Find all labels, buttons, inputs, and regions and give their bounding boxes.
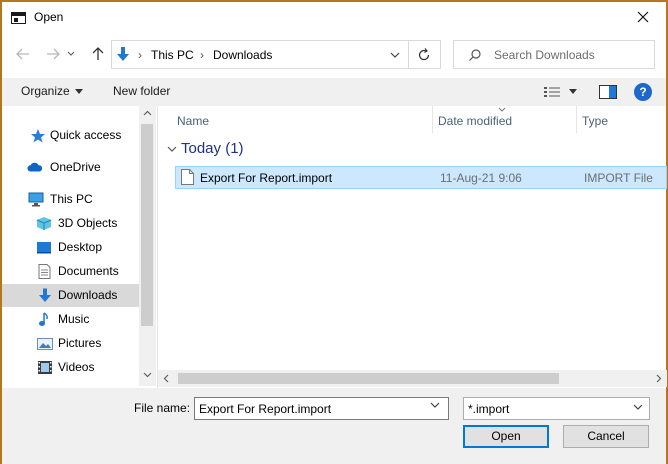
sidebar-item-music[interactable]: Music: [2, 308, 139, 331]
file-name-cell: Export For Report.import: [200, 171, 333, 185]
computer-icon: [28, 192, 44, 207]
sidebar-item-label: Downloads: [58, 288, 118, 302]
document-icon: [38, 264, 51, 279]
download-icon: [39, 288, 51, 302]
back-button[interactable]: [13, 44, 33, 64]
sidebar-item-label: Desktop: [58, 240, 103, 254]
navigation-pane: Quick access OneDrive This PC 3D Objects: [2, 106, 157, 386]
column-header-date-modified[interactable]: Date modified: [438, 106, 512, 133]
sidebar-item-label: OneDrive: [50, 160, 101, 174]
chevron-down-icon: [67, 51, 75, 56]
breadcrumb-separator: ›: [138, 48, 142, 62]
title-bar: Open: [2, 2, 666, 32]
sidebar-item-desktop[interactable]: Desktop: [2, 236, 139, 259]
sidebar-item-label: Videos: [58, 360, 95, 374]
sidebar-item-label: Documents: [58, 264, 119, 278]
command-bar: Organize New folder ?: [2, 78, 666, 106]
sidebar-item-videos[interactable]: Videos: [2, 356, 139, 379]
sidebar-item-onedrive[interactable]: OneDrive: [2, 156, 139, 179]
search-icon: [469, 49, 481, 61]
organize-button[interactable]: Organize: [21, 84, 70, 98]
scrollbar-thumb[interactable]: [178, 373, 559, 384]
breadcrumb-separator: ›: [200, 48, 204, 62]
new-folder-button[interactable]: New folder: [113, 84, 170, 98]
sidebar-item-documents[interactable]: Documents: [2, 260, 139, 283]
file-type-filter[interactable]: *.import: [463, 397, 650, 420]
music-icon: [39, 312, 48, 326]
column-header-type[interactable]: Type: [582, 106, 608, 133]
recent-locations-button[interactable]: [64, 44, 78, 64]
breadcrumb-downloads[interactable]: Downloads: [213, 48, 272, 62]
search-input[interactable]: Search Downloads: [494, 48, 595, 62]
scrollbar-thumb[interactable]: [141, 124, 153, 326]
file-name-field[interactable]: [194, 397, 449, 420]
table-row[interactable]: Export For Report.import 11-Aug-21 9:06 …: [175, 166, 667, 189]
sidebar-item-label: Pictures: [58, 336, 102, 350]
sidebar-item-downloads[interactable]: Downloads: [2, 284, 139, 307]
file-type-filter-value: *.import: [468, 402, 510, 416]
nav-pane-scrollbar[interactable]: [139, 106, 156, 386]
chevron-down-icon[interactable]: [167, 146, 177, 153]
sidebar-item-pictures[interactable]: Pictures: [2, 332, 139, 355]
file-list-h-scrollbar[interactable]: [158, 370, 667, 387]
sidebar-item-label: 3D Objects: [58, 216, 118, 230]
sidebar-item-quick-access[interactable]: Quick access: [2, 124, 139, 147]
view-details-icon[interactable]: [544, 86, 560, 98]
scroll-right-icon[interactable]: [656, 374, 662, 383]
window-title: Open: [34, 10, 64, 24]
help-icon[interactable]: ?: [634, 83, 652, 101]
preview-pane-icon[interactable]: [599, 85, 617, 99]
download-icon: [117, 47, 129, 61]
sidebar-item-label: This PC: [50, 192, 93, 206]
scroll-down-icon[interactable]: [143, 372, 152, 378]
file-type-cell: IMPORT File: [584, 171, 653, 185]
refresh-icon[interactable]: [416, 47, 432, 63]
chevron-down-icon[interactable]: [75, 89, 83, 94]
dialog-app-icon: [11, 12, 26, 24]
video-icon: [38, 361, 52, 374]
arrow-up-icon: [92, 47, 104, 60]
file-name-label: File name:: [134, 401, 191, 415]
arrow-right-icon: [47, 48, 60, 60]
file-list[interactable]: Name Date modified Type Today (1) Export…: [157, 106, 667, 388]
chevron-down-icon[interactable]: [430, 402, 440, 409]
chevron-down-icon: [633, 404, 643, 410]
chevron-down-icon[interactable]: [385, 48, 405, 62]
forward-button[interactable]: [43, 44, 63, 64]
desktop-icon: [37, 242, 51, 254]
group-header-today[interactable]: Today (1): [181, 140, 244, 157]
sidebar-item-label: Quick access: [50, 128, 122, 142]
sidebar-item-3d-objects[interactable]: 3D Objects: [2, 212, 139, 235]
cube-icon: [36, 217, 52, 230]
scroll-left-icon[interactable]: [163, 374, 169, 383]
scroll-up-icon[interactable]: [143, 110, 152, 116]
open-dialog: Open › This PC › Downloads Search Downlo…: [0, 0, 668, 464]
address-bar[interactable]: › This PC › Downloads: [111, 40, 441, 69]
cloud-icon: [27, 162, 43, 172]
up-button[interactable]: [88, 44, 108, 64]
file-date-cell: 11-Aug-21 9:06: [440, 171, 522, 185]
column-divider[interactable]: [576, 106, 577, 133]
open-button[interactable]: Open: [463, 425, 549, 448]
file-name-panel: File name: *.import Open Cancel: [2, 388, 666, 464]
search-box[interactable]: Search Downloads: [453, 40, 655, 69]
arrow-left-icon: [16, 48, 29, 60]
cancel-button[interactable]: Cancel: [563, 425, 649, 448]
star-icon: [31, 129, 45, 143]
column-header-name[interactable]: Name: [177, 106, 209, 133]
sidebar-item-label: Music: [58, 312, 90, 326]
breadcrumb-this-pc[interactable]: This PC: [151, 48, 194, 62]
address-divider: [408, 41, 409, 68]
picture-icon: [37, 338, 53, 350]
column-divider[interactable]: [432, 106, 433, 133]
file-icon: [181, 169, 194, 185]
close-icon[interactable]: [634, 8, 652, 26]
sidebar-item-this-pc[interactable]: This PC: [2, 188, 139, 211]
chevron-down-icon[interactable]: [569, 89, 577, 94]
